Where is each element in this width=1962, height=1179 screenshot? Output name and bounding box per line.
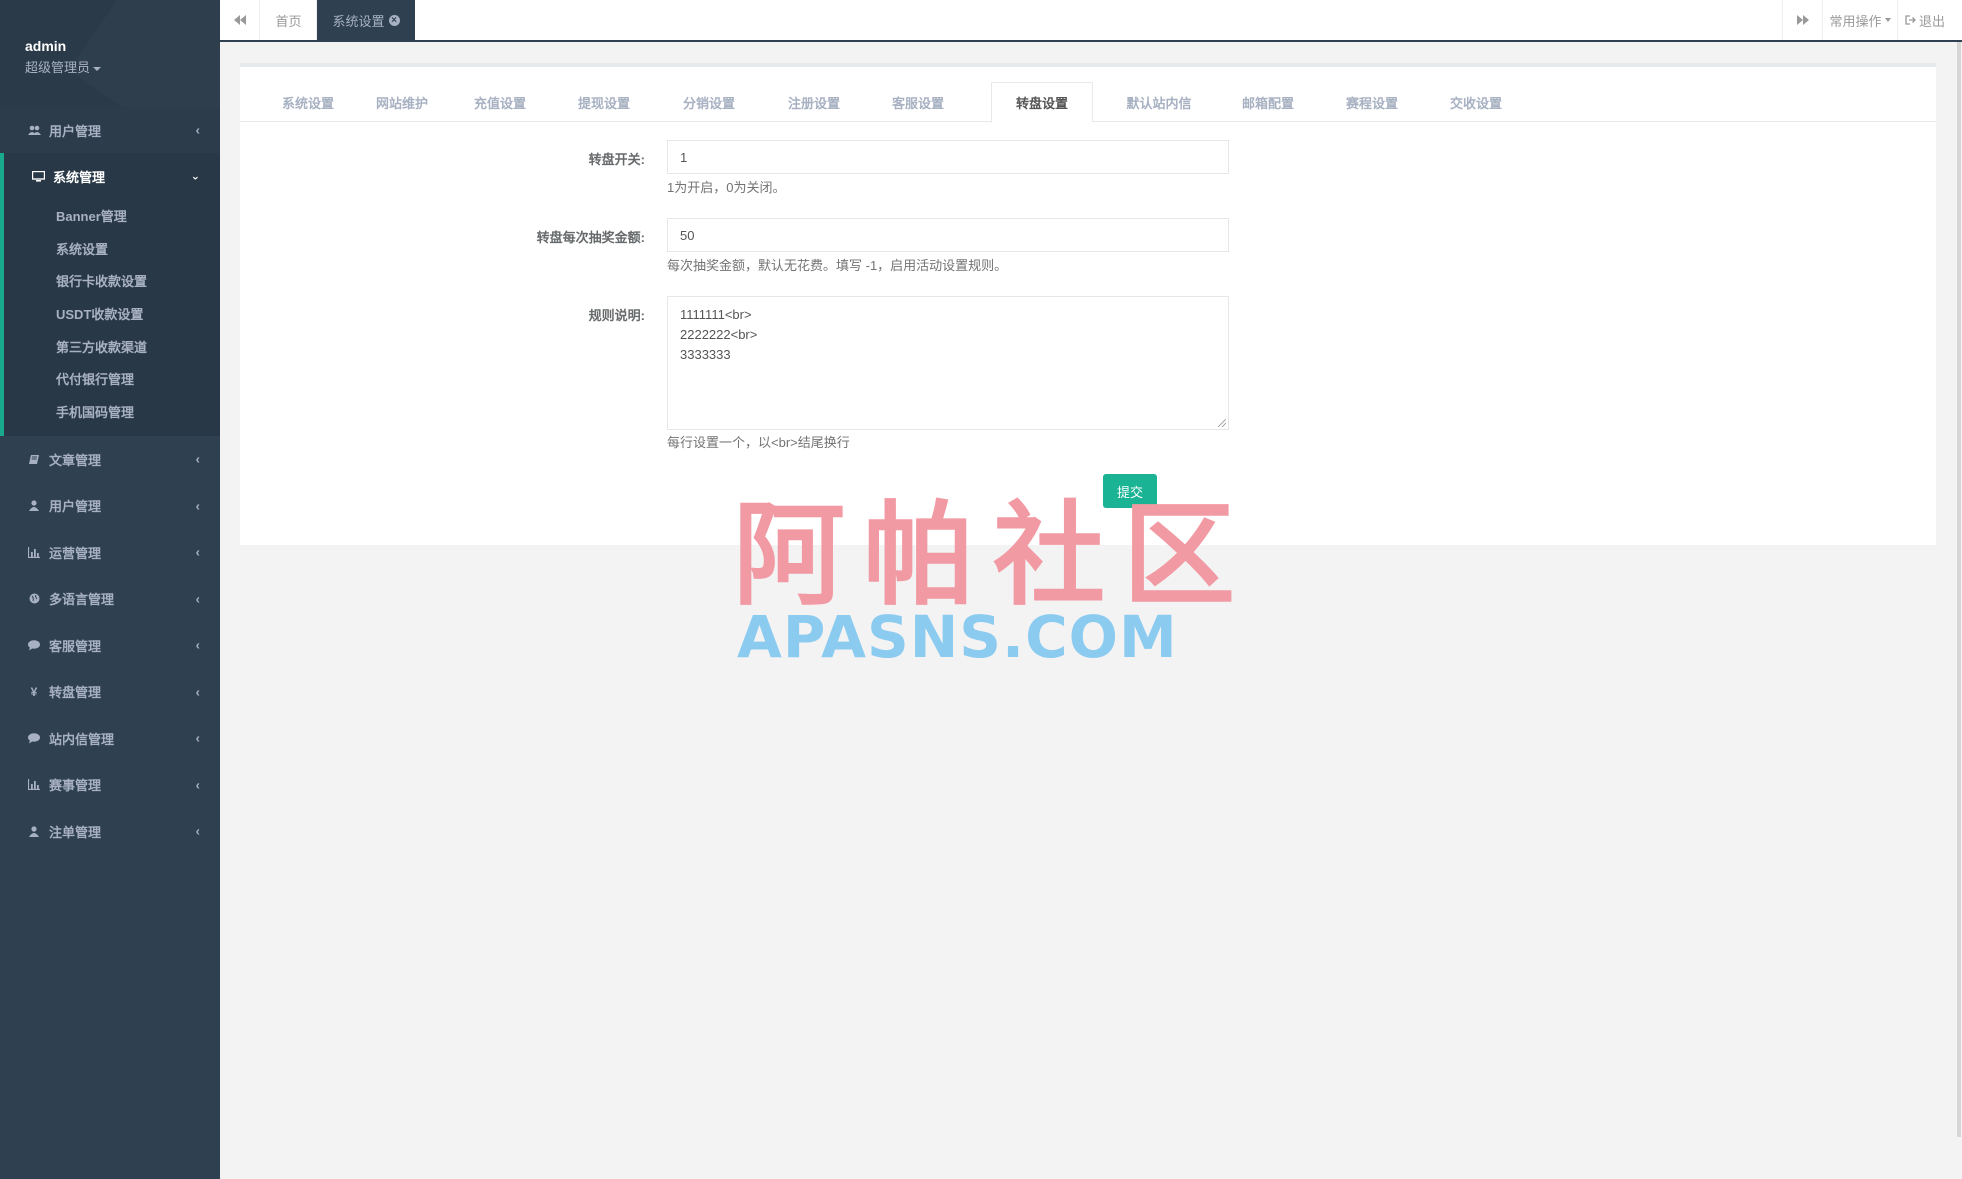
- submenu-banner[interactable]: Banner管理: [4, 199, 220, 232]
- comment-icon: [25, 732, 43, 744]
- users-icon: [25, 125, 43, 136]
- chevron-left-icon: ‹: [195, 777, 200, 793]
- common-operations-dropdown[interactable]: 常用操作: [1822, 0, 1897, 40]
- caret-down-icon: [1884, 18, 1891, 22]
- tab-register[interactable]: 注册设置: [762, 82, 866, 123]
- chevron-down-icon: ⌄: [190, 170, 200, 183]
- tab-withdraw[interactable]: 提现设置: [552, 82, 656, 123]
- wheel-switch-input[interactable]: 1: [667, 140, 1229, 174]
- submenu-bank-card[interactable]: 银行卡收款设置: [4, 264, 220, 297]
- profile-username: admin: [25, 38, 67, 54]
- submenu-third-party[interactable]: 第三方收款渠道: [4, 330, 220, 363]
- nav-article-management[interactable]: 文章管理 ‹: [0, 436, 220, 483]
- chevron-left-icon: ‹: [195, 498, 200, 514]
- tab-recharge[interactable]: 充值设置: [448, 82, 552, 123]
- logout-button[interactable]: 退出: [1897, 0, 1952, 40]
- top-tab-bar: 首页 系统设置 × 常用操作 退出: [220, 0, 1962, 42]
- watermark-en: APASNS.COM: [737, 603, 1178, 671]
- submenu-system-settings[interactable]: 系统设置: [4, 232, 220, 265]
- chevron-left-icon: ‹: [195, 823, 200, 839]
- tab-scroll-right-button[interactable]: [1782, 0, 1822, 40]
- globe-icon: [25, 593, 43, 604]
- nav-match-management[interactable]: 赛事管理 ‹: [0, 761, 220, 808]
- nav-inbox-management[interactable]: 站内信管理 ‹: [0, 715, 220, 762]
- nav-user-management-2[interactable]: 用户管理 ‹: [0, 482, 220, 529]
- submenu-usdt[interactable]: USDT收款设置: [4, 297, 220, 330]
- submenu-phone-code[interactable]: 手机国码管理: [4, 395, 220, 428]
- scrollbar-thumb[interactable]: [1957, 42, 1961, 1137]
- comment-icon: [25, 639, 43, 651]
- watermark-cn: 阿帕社区: [733, 491, 1253, 621]
- nav-multilanguage-management[interactable]: 多语言管理 ‹: [0, 575, 220, 622]
- forward-icon: [1796, 13, 1809, 28]
- tab-customer-service[interactable]: 客服设置: [866, 82, 970, 123]
- tab-schedule[interactable]: 赛程设置: [1320, 82, 1424, 123]
- rules-label: 规则说明:: [588, 308, 645, 323]
- rules-textarea[interactable]: 1111111<br> 2222222<br> 3333333: [667, 296, 1229, 430]
- nav-bet-management[interactable]: 注单管理 ‹: [0, 808, 220, 855]
- rules-help: 每行设置一个，以<br>结尾换行: [667, 435, 850, 450]
- book-icon: [25, 454, 43, 465]
- tab-system[interactable]: 系统设置: [260, 82, 356, 123]
- user-profile: admin 超级管理员: [0, 0, 220, 107]
- sign-out-icon: [1905, 13, 1916, 28]
- chevron-left-icon: ‹: [195, 591, 200, 607]
- wheel-amount-label: 转盘每次抽奖金额:: [536, 230, 645, 245]
- chevron-left-icon: ‹: [195, 730, 200, 746]
- desktop-icon: [29, 170, 47, 182]
- tab-distribution[interactable]: 分销设置: [656, 82, 762, 123]
- tab-settlement[interactable]: 交收设置: [1424, 82, 1528, 123]
- wheel-switch-label: 转盘开关:: [588, 152, 645, 167]
- tab-wheel[interactable]: 转盘设置: [991, 82, 1093, 123]
- system-submenu: Banner管理 系统设置 银行卡收款设置 USDT收款设置 第三方收款渠道 代…: [4, 199, 220, 436]
- settings-card: 系统设置 网站维护 充值设置 提现设置 分销设置 注册设置 客服设置 转盘设置 …: [240, 63, 1936, 545]
- user-icon: [25, 500, 43, 512]
- backward-icon: [233, 13, 246, 28]
- yen-icon: ¥: [30, 684, 38, 699]
- caret-down-icon: [93, 66, 102, 71]
- close-tab-icon[interactable]: ×: [388, 14, 400, 26]
- chevron-left-icon: ‹: [195, 637, 200, 653]
- nav-user-management[interactable]: 用户管理 ‹: [0, 107, 220, 153]
- chevron-left-icon: ‹: [195, 122, 200, 138]
- tab-maintenance[interactable]: 网站维护: [356, 82, 448, 123]
- nav-wheel-management[interactable]: ¥ 转盘管理 ‹: [0, 668, 220, 715]
- tab-system-settings[interactable]: 系统设置 ×: [317, 0, 415, 40]
- tab-email[interactable]: 邮箱配置: [1216, 82, 1320, 123]
- sidebar: admin 超级管理员 用户管理 ‹ 系统管理 ⌄ Banner管理 系统设置 …: [0, 0, 220, 1179]
- bar-chart-icon: [25, 546, 43, 558]
- tab-home[interactable]: 首页: [261, 0, 317, 40]
- wheel-amount-input[interactable]: 50: [667, 218, 1229, 252]
- page-scrollbar[interactable]: [1956, 42, 1962, 1179]
- user-icon: [25, 825, 43, 837]
- nav-customer-service-management[interactable]: 客服管理 ‹: [0, 622, 220, 669]
- submenu-payout-bank[interactable]: 代付银行管理: [4, 362, 220, 395]
- chevron-left-icon: ‹: [195, 451, 200, 467]
- chevron-left-icon: ‹: [195, 684, 200, 700]
- tab-default-inbox[interactable]: 默认站内信: [1102, 82, 1216, 123]
- chevron-left-icon: ‹: [195, 544, 200, 560]
- nav-system-management[interactable]: 系统管理 ⌄: [4, 153, 220, 199]
- nav-group-system: 系统管理 ⌄ Banner管理 系统设置 银行卡收款设置 USDT收款设置 第三…: [0, 153, 220, 436]
- bar-chart-icon: [25, 779, 43, 791]
- nav-operations-management[interactable]: 运营管理 ‹: [0, 529, 220, 576]
- profile-role-dropdown[interactable]: 超级管理员: [25, 57, 220, 76]
- wheel-switch-help: 1为开启，0为关闭。: [667, 180, 786, 195]
- tab-scroll-left-button[interactable]: [220, 0, 260, 40]
- wheel-amount-help: 每次抽奖金额，默认无花费。填写 -1，启用活动设置规则。: [667, 258, 1008, 273]
- settings-tabs: 系统设置 网站维护 充值设置 提现设置 分销设置 注册设置 客服设置 转盘设置 …: [240, 82, 1936, 123]
